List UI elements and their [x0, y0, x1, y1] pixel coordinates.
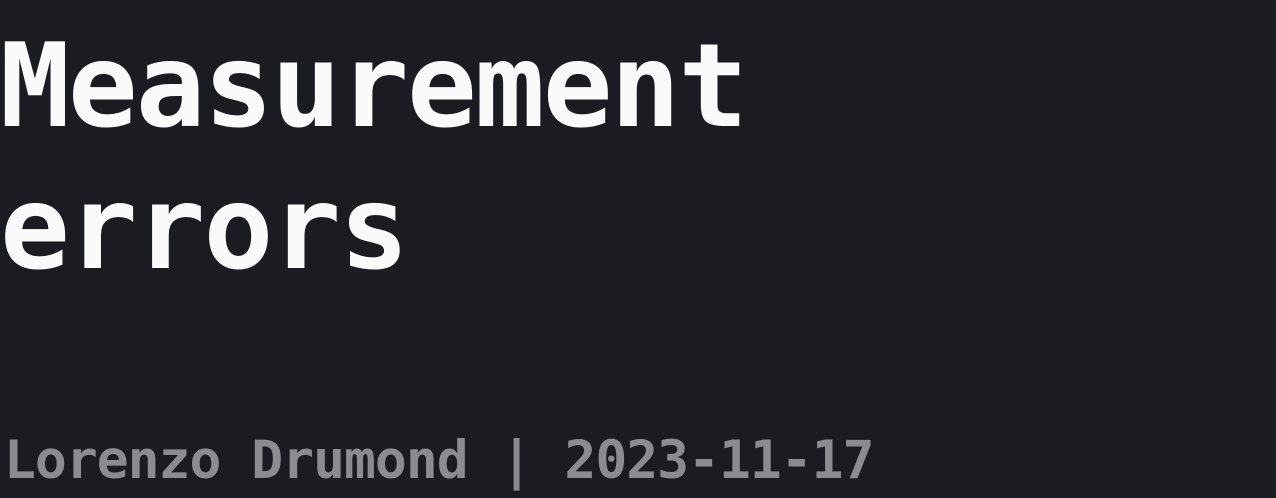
byline-separator: |: [500, 430, 533, 491]
author-name: Lorenzo Drumond: [4, 430, 469, 491]
byline: Lorenzo Drumond | 2023-11-17: [4, 428, 875, 494]
page-title: Measurement errors: [0, 16, 1276, 300]
title-line-2: errors: [0, 161, 409, 296]
title-line-1: Measurement: [0, 19, 748, 154]
publish-date: 2023-11-17: [564, 430, 874, 491]
